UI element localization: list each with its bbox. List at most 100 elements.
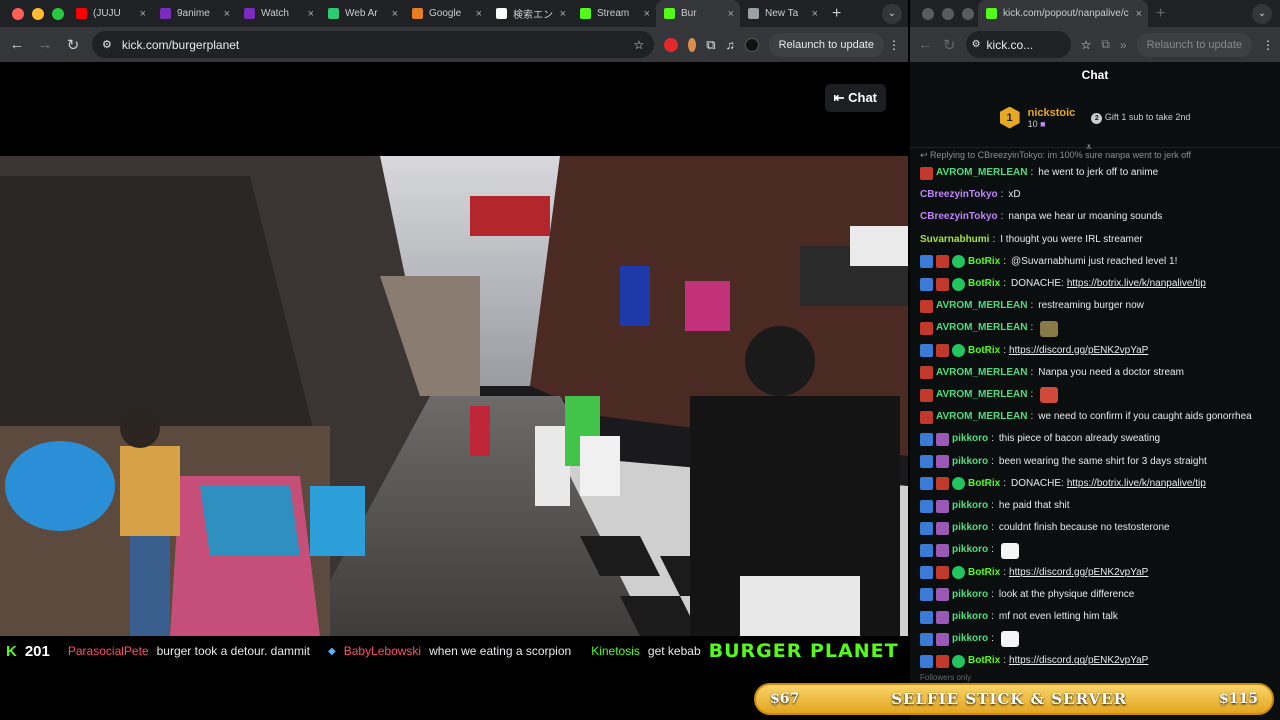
chat-message: pikkoro: this piece of bacon already swea… bbox=[920, 428, 1270, 450]
browser-tab[interactable]: Web Ar × bbox=[320, 0, 404, 27]
browser-tab[interactable]: Watch × bbox=[236, 0, 320, 27]
close-tab-icon[interactable]: × bbox=[140, 8, 146, 20]
chat-link[interactable]: https://discord.gg/pENK2vpYaP bbox=[1009, 650, 1148, 672]
reload-icon[interactable]: ↻ bbox=[64, 36, 82, 54]
puzzle-extensions-icon[interactable]: ⧉ bbox=[1101, 37, 1110, 52]
bookmark-star-icon[interactable]: ☆ bbox=[634, 38, 645, 52]
relaunch-button[interactable]: Relaunch to update bbox=[1136, 32, 1253, 57]
close-tab-icon[interactable]: × bbox=[392, 8, 398, 20]
tab-search-icon[interactable]: ⌄ bbox=[1252, 4, 1272, 24]
subscriber-badge-icon bbox=[920, 166, 933, 180]
site-info-icon[interactable]: ⚙ bbox=[972, 39, 981, 50]
chat-username[interactable]: BotRix bbox=[968, 340, 1000, 362]
close-tab-icon[interactable]: × bbox=[308, 8, 314, 20]
minimize-window-button[interactable] bbox=[32, 7, 44, 20]
chat-username[interactable]: pikkoro bbox=[952, 539, 988, 561]
chat-username[interactable]: AVROM_MERLEAN bbox=[936, 317, 1027, 339]
address-bar[interactable]: ⚙ kick.com/burgerplanet ☆ bbox=[92, 31, 655, 58]
chat-username[interactable]: CBreezyinTokyo bbox=[920, 206, 998, 228]
back-icon[interactable]: ← bbox=[918, 36, 933, 53]
chat-username[interactable]: CBreezyinTokyo bbox=[920, 184, 998, 206]
close-tab-icon[interactable]: × bbox=[560, 8, 566, 20]
separator: : bbox=[991, 455, 994, 467]
chat-username[interactable]: pikkoro bbox=[952, 428, 988, 450]
back-icon[interactable]: ← bbox=[8, 36, 26, 53]
subscriber-badge-icon bbox=[936, 344, 949, 358]
browser-tab[interactable]: Google × bbox=[404, 0, 488, 27]
founder-badge-icon bbox=[936, 610, 949, 624]
separator: : bbox=[1000, 189, 1004, 201]
video-player[interactable]: ⇤ Chat K 201 ParasocialPete burger took … bbox=[0, 62, 908, 720]
chat-username[interactable]: BotRix bbox=[968, 251, 1000, 273]
forward-icon[interactable]: → bbox=[36, 36, 54, 53]
chat-username[interactable]: BotRix bbox=[968, 650, 1000, 672]
close-tab-icon[interactable]: × bbox=[644, 8, 650, 20]
gifter-name[interactable]: nickstoic bbox=[1028, 107, 1076, 119]
browser-tab[interactable]: (JUJU × bbox=[68, 0, 152, 27]
chat-username[interactable]: BotRix bbox=[968, 562, 1000, 584]
close-window-button[interactable] bbox=[922, 7, 934, 20]
chat-username[interactable]: AVROM_MERLEAN bbox=[936, 406, 1027, 428]
chat-link[interactable]: https://botrix.live/k/nanpalive/tip bbox=[1067, 273, 1206, 295]
chat-username[interactable]: AVROM_MERLEAN bbox=[936, 162, 1027, 184]
reload-icon[interactable]: ↻ bbox=[943, 36, 956, 54]
chat-username[interactable]: AVROM_MERLEAN bbox=[936, 384, 1027, 406]
browser-tab[interactable]: Stream × bbox=[572, 0, 656, 27]
popout-tab[interactable]: kick.com/popout/nanpalive/c × bbox=[978, 0, 1148, 27]
chat-username[interactable]: Suvarnabhumi bbox=[920, 229, 989, 251]
chat-link[interactable]: https://discord.gg/pENK2vpYaP bbox=[1009, 340, 1148, 362]
rank-badge: 1 bbox=[999, 106, 1020, 129]
puzzle-extensions-icon[interactable]: ⧉ bbox=[706, 37, 715, 53]
extension-icon[interactable] bbox=[664, 37, 679, 52]
chat-username[interactable]: pikkoro bbox=[952, 517, 988, 539]
address-bar[interactable]: ⚙ kick.co... bbox=[965, 31, 1071, 58]
video-frame[interactable] bbox=[0, 156, 908, 636]
new-tab-button[interactable]: + bbox=[824, 5, 849, 23]
separator: : bbox=[1003, 477, 1007, 489]
bookmark-star-icon[interactable]: ☆ bbox=[1081, 38, 1092, 52]
new-tab-button[interactable]: + bbox=[1148, 5, 1173, 23]
chat-username[interactable]: AVROM_MERLEAN bbox=[936, 295, 1027, 317]
chat-username[interactable]: BotRix bbox=[968, 473, 1000, 495]
browser-tab[interactable]: New Ta × bbox=[740, 0, 824, 27]
tab-search-icon[interactable]: ⌄ bbox=[882, 4, 902, 24]
chat-link[interactable]: https://discord.gg/pENK2vpYaP bbox=[1009, 562, 1148, 584]
media-control-icon[interactable]: ♫ bbox=[726, 38, 735, 52]
gift-hint[interactable]: 2 Gift 1 sub to take 2nd bbox=[1091, 112, 1190, 124]
close-tab-icon[interactable]: × bbox=[476, 8, 482, 20]
extension-icon[interactable] bbox=[688, 37, 697, 52]
tab-title: Watch bbox=[261, 8, 289, 19]
close-window-button[interactable] bbox=[12, 7, 24, 20]
close-tab-icon[interactable]: × bbox=[812, 8, 818, 20]
browser-tab[interactable]: 検索エン × bbox=[488, 0, 572, 27]
overflow-chevron-icon[interactable]: » bbox=[1120, 38, 1127, 52]
chat-link[interactable]: https://botrix.live/k/nanpalive/tip bbox=[1067, 473, 1206, 495]
maximize-window-button[interactable] bbox=[52, 7, 64, 20]
chat-text: Nanpa you need a doctor stream bbox=[1038, 366, 1184, 378]
chat-username[interactable]: pikkoro bbox=[952, 451, 988, 473]
subscriber-badge-icon bbox=[920, 388, 933, 402]
chat-username[interactable]: BotRix bbox=[968, 273, 1000, 295]
chat-username[interactable]: pikkoro bbox=[952, 584, 988, 606]
chat-username[interactable]: pikkoro bbox=[952, 606, 988, 628]
maximize-window-button[interactable] bbox=[962, 7, 974, 20]
close-tab-icon[interactable]: × bbox=[1136, 8, 1142, 20]
subscriber-badge-icon bbox=[920, 322, 933, 336]
profile-avatar[interactable] bbox=[744, 37, 759, 52]
chat-message: AVROM_MERLEAN: he went to jerk off to ani… bbox=[920, 162, 1270, 184]
menu-kebab-icon[interactable]: ⋮ bbox=[1262, 38, 1274, 52]
menu-kebab-icon[interactable]: ⋮ bbox=[888, 38, 900, 52]
minimize-window-button[interactable] bbox=[942, 7, 954, 20]
browser-tab[interactable]: Bur × bbox=[656, 0, 740, 27]
browser-tab[interactable]: 9anime × bbox=[152, 0, 236, 27]
close-tab-icon[interactable]: × bbox=[224, 8, 230, 20]
chat-username[interactable]: pikkoro bbox=[952, 495, 988, 517]
site-info-icon[interactable]: ⚙ bbox=[102, 38, 112, 51]
chat-username[interactable]: AVROM_MERLEAN bbox=[936, 362, 1027, 384]
collapse-icon[interactable]: ⩡ bbox=[1086, 142, 1092, 153]
relaunch-button[interactable]: Relaunch to update bbox=[768, 32, 884, 57]
tab-title: 9anime bbox=[177, 8, 210, 19]
open-chat-button[interactable]: ⇤ Chat bbox=[824, 84, 886, 112]
close-tab-icon[interactable]: × bbox=[728, 8, 734, 20]
chat-username[interactable]: pikkoro bbox=[952, 628, 988, 650]
